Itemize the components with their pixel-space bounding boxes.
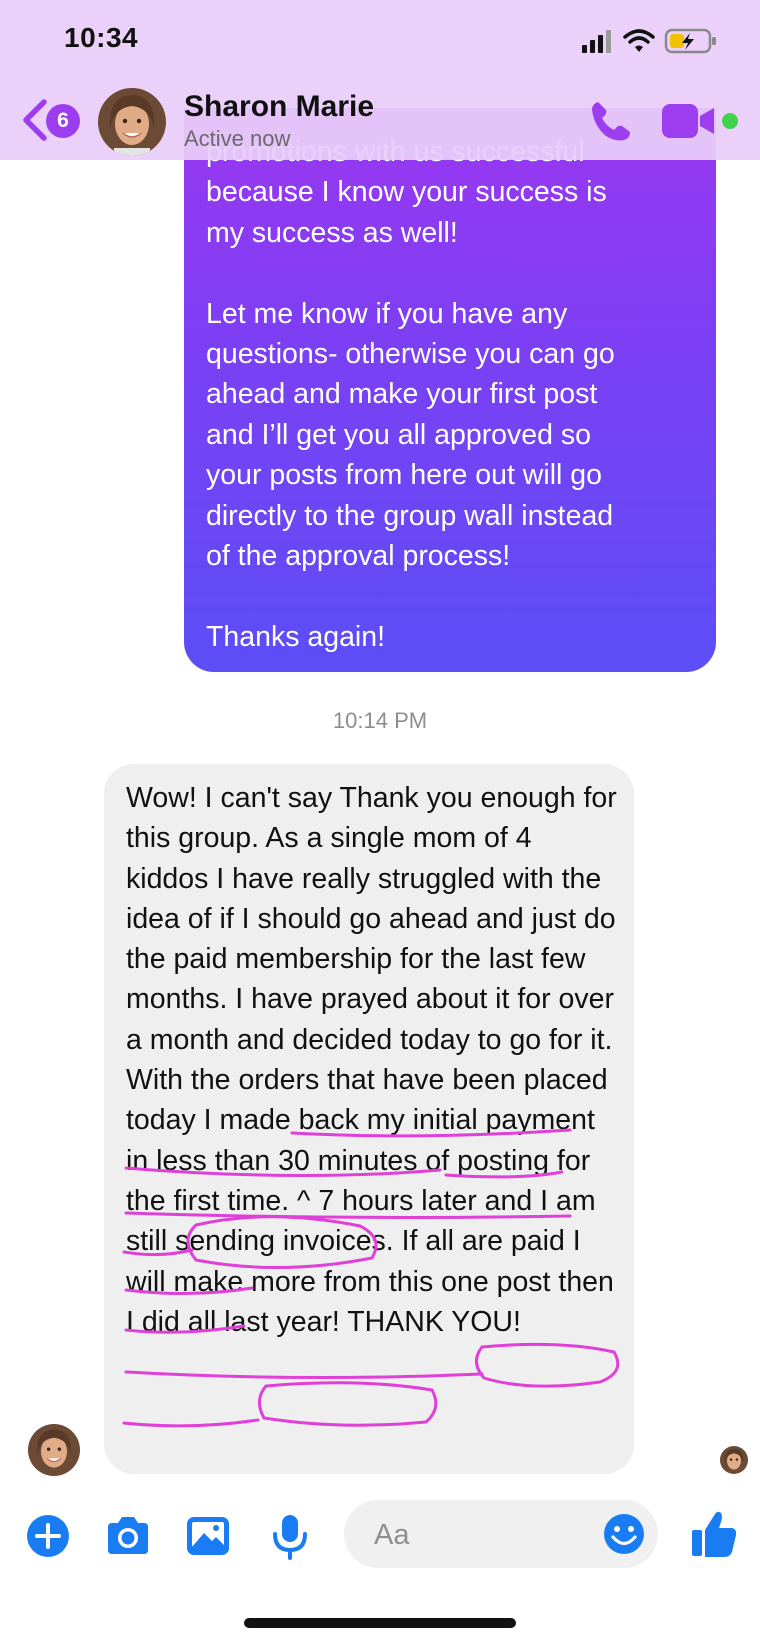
emoji-button[interactable] bbox=[602, 1512, 646, 1556]
plus-icon bbox=[27, 1515, 69, 1557]
camera-icon bbox=[108, 1517, 148, 1554]
status-bar-time: 10:34 bbox=[64, 22, 139, 53]
contact-avatar[interactable] bbox=[98, 88, 166, 156]
message-input[interactable] bbox=[372, 1514, 576, 1556]
seen-receipt-avatar bbox=[720, 1446, 748, 1474]
chevron-left-icon bbox=[23, 99, 47, 141]
battery-charging-icon bbox=[664, 28, 716, 54]
voice-message-button[interactable] bbox=[266, 1512, 314, 1560]
avatar-portrait-icon bbox=[28, 1424, 80, 1476]
contact-name[interactable]: Sharon Marie bbox=[184, 90, 374, 124]
chat-header: 10:34 6 Sharon Marie Active now bbox=[0, 0, 760, 160]
contact-active-status: Active now bbox=[184, 126, 291, 151]
gallery-button[interactable] bbox=[184, 1512, 232, 1560]
emoji-icon bbox=[604, 1514, 644, 1554]
online-status-dot bbox=[722, 113, 738, 129]
home-indicator bbox=[244, 1618, 516, 1628]
received-message-text: Wow! I can't say Thank you enough for th… bbox=[126, 782, 617, 1338]
more-actions-button[interactable] bbox=[24, 1512, 72, 1560]
microphone-icon bbox=[273, 1515, 307, 1560]
avatar-portrait-icon bbox=[720, 1446, 748, 1474]
voice-call-button[interactable] bbox=[588, 98, 634, 144]
avatar-portrait-icon bbox=[98, 88, 166, 156]
phone-icon bbox=[592, 102, 630, 141]
received-message-bubble[interactable]: Wow! I can't say Thank you enough for th… bbox=[104, 764, 634, 1474]
cellular-signal-icon bbox=[582, 30, 611, 53]
thumbs-up-icon bbox=[692, 1511, 737, 1557]
status-bar-icons bbox=[582, 28, 716, 54]
messenger-chat-screen: promotions with us successful because I … bbox=[0, 0, 760, 1644]
sent-message-bubble[interactable]: promotions with us successful because I … bbox=[184, 108, 716, 672]
message-timestamp: 10:14 PM bbox=[332, 708, 428, 733]
like-button[interactable] bbox=[690, 1508, 738, 1560]
video-camera-icon bbox=[662, 104, 714, 138]
gallery-icon bbox=[187, 1517, 229, 1555]
sender-avatar[interactable] bbox=[28, 1424, 80, 1476]
message-composer[interactable] bbox=[344, 1500, 658, 1568]
video-call-button[interactable] bbox=[662, 104, 714, 138]
wifi-icon bbox=[623, 29, 655, 52]
camera-button[interactable] bbox=[104, 1512, 152, 1560]
unread-count-badge: 6 bbox=[46, 104, 80, 138]
sent-message-text: promotions with us successful because I … bbox=[206, 136, 615, 653]
